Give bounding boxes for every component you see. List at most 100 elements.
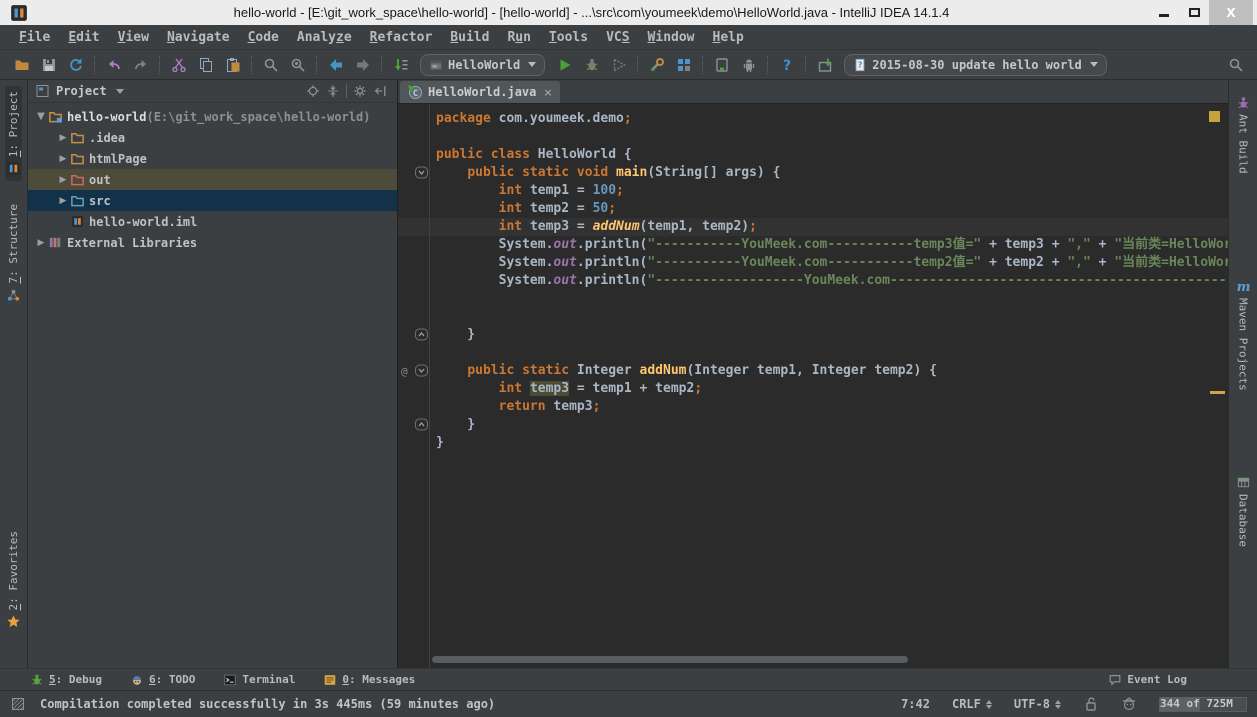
editor-gutter[interactable] xyxy=(398,164,430,182)
editor-gutter[interactable] xyxy=(398,254,430,272)
run-button[interactable] xyxy=(551,53,578,77)
paste-button[interactable] xyxy=(219,53,246,77)
editor-gutter[interactable] xyxy=(398,434,430,452)
menu-file[interactable]: File xyxy=(10,28,59,47)
synchronize-button[interactable] xyxy=(62,53,89,77)
tree-expand-icon[interactable]: ▶ xyxy=(56,175,70,185)
menu-view[interactable]: View xyxy=(109,28,158,47)
tab-helloworld-java[interactable]: C HelloWorld.java × xyxy=(400,81,560,103)
find-usages-button[interactable] xyxy=(284,53,311,77)
hide-panel-button[interactable] xyxy=(370,81,390,101)
line-ending-selector[interactable]: CRLF xyxy=(952,697,992,711)
run-configuration-select[interactable]: HelloWorld xyxy=(420,54,545,76)
stripe-toggle-icon[interactable] xyxy=(10,696,26,712)
tree-item-src[interactable]: ▶src xyxy=(28,190,397,211)
editor-gutter[interactable] xyxy=(398,398,430,416)
close-button[interactable]: X xyxy=(1209,0,1253,25)
hector-inspector-icon[interactable] xyxy=(1121,696,1137,712)
maximize-button[interactable] xyxy=(1179,2,1209,23)
editor-gutter[interactable] xyxy=(398,272,430,290)
tab-close-icon[interactable]: × xyxy=(543,86,552,99)
save-all-button[interactable] xyxy=(35,53,62,77)
encoding-selector[interactable]: UTF-8 xyxy=(1014,697,1061,711)
tree-item-external-libraries[interactable]: ▶External Libraries xyxy=(28,232,397,253)
project-structure-button[interactable] xyxy=(670,53,697,77)
sdk-manager-button[interactable] xyxy=(811,53,838,77)
menu-analyze[interactable]: Analyze xyxy=(288,28,361,47)
menu-refactor[interactable]: Refactor xyxy=(361,28,442,47)
find-button[interactable] xyxy=(257,53,284,77)
tree-item-iml[interactable]: hello-world.iml xyxy=(28,211,397,232)
menu-navigate[interactable]: Navigate xyxy=(158,28,239,47)
line-numbers-button[interactable] xyxy=(387,53,414,77)
editor-gutter[interactable] xyxy=(398,290,430,308)
editor-gutter[interactable] xyxy=(398,146,430,164)
highlight-stripe-mark[interactable] xyxy=(1210,391,1225,394)
event-log-button[interactable]: Event Log xyxy=(1108,673,1187,687)
settings-button[interactable] xyxy=(643,53,670,77)
tree-item-idea[interactable]: ▶.idea xyxy=(28,127,397,148)
forward-button[interactable] xyxy=(349,53,376,77)
editor-gutter[interactable] xyxy=(398,308,430,326)
editor-gutter[interactable] xyxy=(398,236,430,254)
tool-button-favorites[interactable]: 2: Favorites xyxy=(5,526,22,634)
tool-button-todo[interactable]: 6: TODO xyxy=(130,673,195,687)
run-with-coverage-button[interactable] xyxy=(605,53,632,77)
menu-tools[interactable]: Tools xyxy=(540,28,597,47)
menu-build[interactable]: Build xyxy=(441,28,498,47)
editor-gutter[interactable]: @ xyxy=(398,362,430,380)
menu-help[interactable]: Help xyxy=(704,28,753,47)
help-button[interactable]: ? xyxy=(773,53,800,77)
redo-button[interactable] xyxy=(127,53,154,77)
search-everywhere-button[interactable] xyxy=(1222,53,1249,77)
editor-gutter[interactable] xyxy=(398,416,430,434)
editor-gutter[interactable] xyxy=(398,110,430,128)
open-file-button[interactable] xyxy=(8,53,35,77)
avd-manager-button[interactable] xyxy=(708,53,735,77)
menu-run[interactable]: Run xyxy=(498,28,539,47)
memory-indicator[interactable]: 344 of 725M xyxy=(1159,697,1247,712)
editor-gutter[interactable] xyxy=(398,128,430,146)
menu-edit[interactable]: Edit xyxy=(59,28,108,47)
tree-expand-icon[interactable]: ▶ xyxy=(56,154,70,164)
project-panel-title[interactable]: Project xyxy=(56,84,107,98)
debug-button[interactable] xyxy=(578,53,605,77)
settings-gear-button[interactable] xyxy=(350,81,370,101)
tool-button-project[interactable]: 1: Project xyxy=(5,86,22,181)
editor-gutter[interactable] xyxy=(398,218,430,236)
scroll-to-source-button[interactable] xyxy=(303,81,323,101)
editor-gutter[interactable] xyxy=(398,380,430,398)
editor-gutter[interactable] xyxy=(398,182,430,200)
menu-window[interactable]: Window xyxy=(639,28,704,47)
tree-item-htmlpage[interactable]: ▶htmlPage xyxy=(28,148,397,169)
chevron-down-icon[interactable] xyxy=(116,89,124,94)
menu-code[interactable]: Code xyxy=(239,28,288,47)
tree-expand-icon[interactable]: ▶ xyxy=(34,238,48,248)
menu-vcs[interactable]: VCS xyxy=(597,28,638,47)
tool-button-messages[interactable]: 0: Messages xyxy=(323,673,415,687)
tool-button-database[interactable]: Database xyxy=(1235,470,1252,552)
horizontal-scrollbar[interactable] xyxy=(432,656,908,663)
android-sdk-button[interactable] xyxy=(735,53,762,77)
tree-item-out[interactable]: ▶out xyxy=(28,169,397,190)
tree-expand-icon[interactable]: ▶ xyxy=(56,196,70,206)
tree-expand-icon[interactable]: ▼ xyxy=(34,111,48,122)
lock-icon[interactable] xyxy=(1083,696,1099,712)
tool-button-terminal[interactable]: Terminal xyxy=(223,673,295,687)
minimize-button[interactable] xyxy=(1149,2,1179,23)
tree-item-hello-world[interactable]: ▼hello-world (E:\git_work_space\hello-wo… xyxy=(28,106,397,127)
tool-button-maven-projects[interactable]: mMaven Projects xyxy=(1235,274,1252,396)
editor-gutter[interactable] xyxy=(398,326,430,344)
tool-button-structure[interactable]: 7: Structure xyxy=(5,199,22,307)
tool-button-ant-build[interactable]: Ant Build xyxy=(1235,90,1252,179)
cut-button[interactable] xyxy=(165,53,192,77)
code-editor[interactable]: package com.youmeek.demo;public class He… xyxy=(398,104,1228,668)
editor-gutter[interactable] xyxy=(398,200,430,218)
collapse-all-button[interactable] xyxy=(323,81,343,101)
tool-button-debug[interactable]: 5: Debug xyxy=(30,673,102,687)
tree-expand-icon[interactable]: ▶ xyxy=(56,133,70,143)
warning-stripe-mark[interactable] xyxy=(1209,111,1220,122)
back-button[interactable] xyxy=(322,53,349,77)
copy-button[interactable] xyxy=(192,53,219,77)
undo-button[interactable] xyxy=(100,53,127,77)
